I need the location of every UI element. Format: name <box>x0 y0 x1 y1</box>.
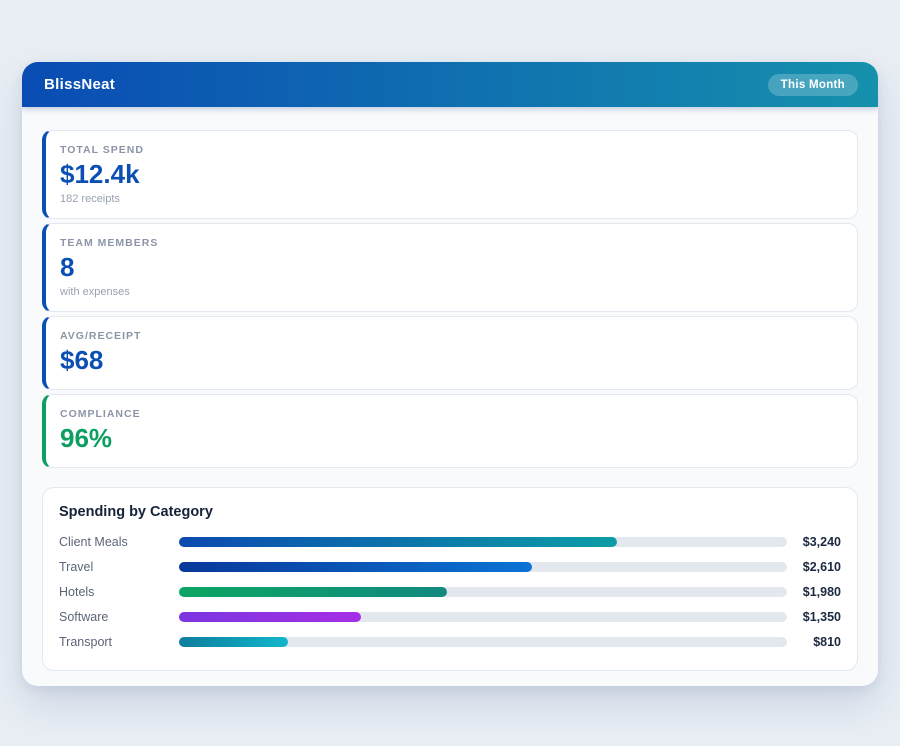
bar-track <box>179 536 787 547</box>
category-label: Hotels <box>59 584 95 599</box>
category-value: $1,980 <box>802 584 841 599</box>
chart-row: Client Meals $3,240 <box>59 529 841 554</box>
category-value: $810 <box>813 634 841 649</box>
main-content: TOTAL SPEND $12.4k 182 receipts TEAM MEM… <box>22 107 878 686</box>
category-value: $3,240 <box>802 534 841 549</box>
stat-label: TEAM MEMBERS <box>60 237 159 249</box>
category-label: Client Meals <box>59 534 128 549</box>
bar-fill <box>179 636 289 647</box>
bar-track <box>179 636 787 647</box>
category-label: Travel <box>59 559 94 574</box>
stat-card-avg-receipt: AVG/RECEIPT $68 <box>42 316 858 390</box>
stat-subtext: 182 receipts <box>60 193 120 205</box>
category-value: $2,610 <box>802 559 841 574</box>
bar-track <box>179 561 787 572</box>
bar-fill <box>179 561 532 572</box>
bar-fill <box>179 611 362 622</box>
stat-value: 8 <box>60 252 75 282</box>
category-label: Software <box>59 609 109 624</box>
chart-row: Software $1,350 <box>59 604 841 629</box>
stat-value: $68 <box>60 345 104 375</box>
stat-label: TOTAL SPEND <box>60 144 144 156</box>
bar-fill <box>179 586 447 597</box>
stat-label: COMPLIANCE <box>60 408 141 420</box>
bar-track <box>179 586 787 597</box>
category-value: $1,350 <box>802 609 841 624</box>
app-header: BlissNeat This Month <box>22 62 878 107</box>
stat-label: AVG/RECEIPT <box>60 330 142 342</box>
bar-fill <box>179 536 617 547</box>
stat-card-total-spend: TOTAL SPEND $12.4k 182 receipts <box>42 130 858 219</box>
chart-row: Travel $2,610 <box>59 554 841 579</box>
bar-track <box>179 611 787 622</box>
category-label: Transport <box>59 634 113 649</box>
chart-rows: Client Meals $3,240 Travel $2,610 Hotels $1,9… <box>59 529 841 654</box>
dashboard-container: BlissNeat This Month TOTAL SPEND $12.4k … <box>22 62 878 686</box>
spending-chart-panel: Spending by Category Client Meals $3,240 T… <box>42 487 858 671</box>
stat-subtext: with expenses <box>60 286 130 298</box>
chart-row: Hotels $1,980 <box>59 579 841 604</box>
stat-card-compliance: COMPLIANCE 96% <box>42 394 858 468</box>
chart-title: Spending by Category <box>59 504 213 520</box>
stat-value: 96% <box>60 423 113 453</box>
app-title: BlissNeat <box>44 76 116 93</box>
period-badge[interactable]: This Month <box>767 73 858 96</box>
stat-card-team-members: TEAM MEMBERS 8 with expenses <box>42 223 858 312</box>
chart-row: Transport $810 <box>59 629 841 654</box>
stat-value: $12.4k <box>60 159 140 189</box>
